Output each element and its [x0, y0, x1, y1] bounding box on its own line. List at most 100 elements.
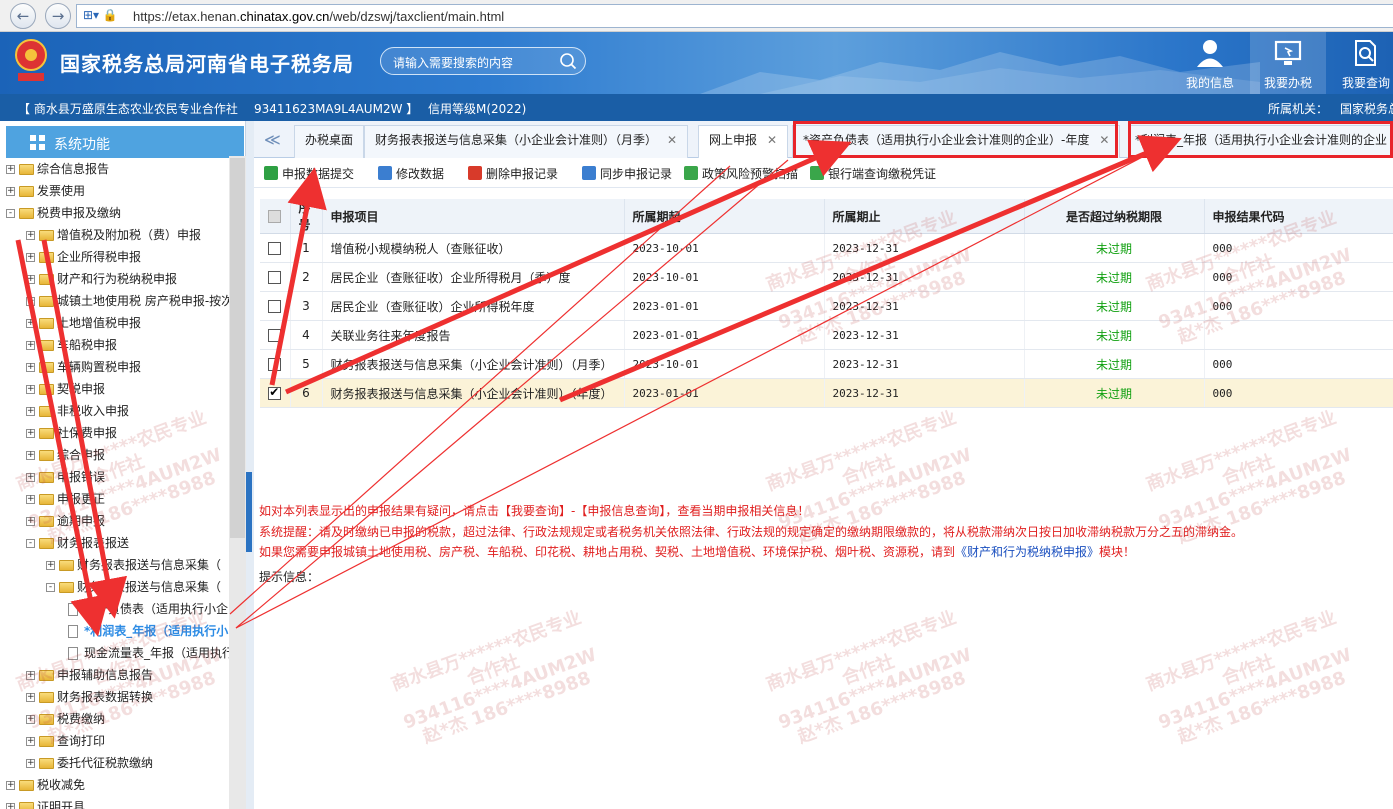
sidebar-item[interactable]: *利润表_年报（适用执行小: [66, 620, 228, 642]
row-checkbox[interactable]: [260, 320, 291, 350]
panel-splitter[interactable]: [246, 121, 254, 809]
sidebar-item[interactable]: + 契税申报: [26, 378, 105, 400]
checkbox[interactable]: [268, 300, 282, 313]
sidebar-item[interactable]: + 税收减免: [6, 774, 85, 796]
expand-icon[interactable]: +: [46, 561, 55, 570]
collapse-icon[interactable]: -: [6, 209, 15, 218]
expand-icon[interactable]: +: [26, 319, 35, 328]
table-row[interactable]: 2 居民企业（查账征收）企业所得税月（季）度 2023-10-01 2023-12-3…: [260, 262, 1393, 292]
property-tax-link[interactable]: 《财产和行为税纳税申报》: [955, 545, 1099, 559]
row-checkbox[interactable]: [260, 378, 291, 408]
sidebar-item[interactable]: + 城镇土地使用税 房产税申报-按次: [26, 290, 230, 312]
row-checkbox[interactable]: [260, 291, 291, 321]
sidebar-item[interactable]: + 申报错误: [26, 466, 105, 488]
sidebar-item[interactable]: 资产负债表（适用执行小企: [66, 598, 228, 620]
collapse-icon[interactable]: -: [26, 539, 35, 548]
expand-icon[interactable]: +: [6, 187, 15, 196]
nav-query[interactable]: 我要查询: [1328, 32, 1393, 94]
tab-desktop[interactable]: 办税桌面: [294, 125, 365, 158]
forward-arrow-icon[interactable]: →: [45, 3, 71, 29]
delete-record-button[interactable]: 删除申报记录: [468, 165, 558, 182]
expand-icon[interactable]: +: [6, 803, 15, 809]
sidebar-item[interactable]: - 税费申报及缴纳: [6, 202, 121, 224]
sidebar-item[interactable]: + 发票使用: [6, 180, 85, 202]
scrollbar-thumb[interactable]: [230, 158, 245, 538]
expand-icon[interactable]: +: [26, 341, 35, 350]
row-checkbox[interactable]: [260, 262, 291, 292]
expand-icon[interactable]: +: [26, 737, 35, 746]
expand-icon[interactable]: +: [26, 693, 35, 702]
sidebar-item[interactable]: + 逾期申报: [26, 510, 105, 532]
expand-icon[interactable]: +: [26, 759, 35, 768]
table-row[interactable]: 5 财务报表报送与信息采集（小企业会计准则）（月季） 2023-10-01 2023-…: [260, 349, 1393, 379]
sidebar-item[interactable]: + 委托代征税款缴纳: [26, 752, 153, 774]
sidebar-item[interactable]: + 综合信息报告: [6, 158, 109, 180]
expand-icon[interactable]: +: [26, 385, 35, 394]
expand-icon[interactable]: +: [26, 407, 35, 416]
expand-icon[interactable]: +: [26, 671, 35, 680]
search-input[interactable]: 请输入需要搜索的内容: [380, 47, 586, 75]
table-row[interactable]: 3 居民企业（查账征收）企业所得税年度 2023-01-01 2023-12-31 未过…: [260, 291, 1393, 321]
expand-icon[interactable]: +: [26, 253, 35, 262]
row-checkbox[interactable]: [260, 233, 291, 263]
sidebar-item[interactable]: + 综合申报: [26, 444, 105, 466]
sidebar-item[interactable]: 现金流量表_年报（适用执行: [66, 642, 230, 664]
sidebar-item[interactable]: + 财产和行为税纳税申报: [26, 268, 177, 290]
expand-icon[interactable]: +: [26, 297, 35, 306]
bank-query-button[interactable]: 银行端查询缴税凭证: [810, 165, 936, 182]
select-all-checkbox[interactable]: [260, 199, 291, 234]
checkbox[interactable]: [268, 385, 282, 400]
sync-record-button[interactable]: 同步申报记录: [582, 165, 672, 182]
expand-icon[interactable]: +: [26, 451, 35, 460]
sidebar-scrollbar[interactable]: [229, 156, 246, 809]
tab-finance-report-monthly[interactable]: 财务报表报送与信息采集（小企业会计准则）（月季） ✕: [364, 125, 689, 158]
tab-scroll-left-icon[interactable]: ≪: [264, 130, 281, 149]
splitter-handle[interactable]: [246, 472, 252, 552]
checkbox[interactable]: [268, 329, 282, 342]
expand-icon[interactable]: +: [6, 165, 15, 174]
sidebar-item[interactable]: + 查询打印: [26, 730, 105, 752]
sidebar-item[interactable]: + 企业所得税申报: [26, 246, 141, 268]
address-bar[interactable]: ⊞▾ 🔒 https://etax.henan.chinatax.gov.cn/…: [76, 4, 1393, 28]
expand-icon[interactable]: +: [26, 275, 35, 284]
sidebar-item[interactable]: + 财务报表报送与信息采集（: [46, 554, 221, 576]
sidebar-item[interactable]: + 车船税申报: [26, 334, 117, 356]
collapse-icon[interactable]: -: [46, 583, 55, 592]
checkbox[interactable]: [268, 242, 282, 255]
checkbox[interactable]: [268, 358, 282, 371]
close-icon[interactable]: ✕: [767, 133, 777, 147]
sidebar-item[interactable]: + 土地增值税申报: [26, 312, 141, 334]
table-row[interactable]: 4 关联业务往来年度报告 2023-01-01 2023-12-31 未过期: [260, 320, 1393, 350]
checkbox[interactable]: [268, 210, 282, 223]
sidebar-item[interactable]: + 申报辅助信息报告: [26, 664, 153, 686]
submit-data-button[interactable]: 申报数据提交: [264, 165, 354, 182]
back-arrow-icon[interactable]: ←: [10, 3, 36, 29]
sidebar-item[interactable]: + 社保费申报: [26, 422, 117, 444]
edit-data-button[interactable]: 修改数据: [378, 165, 444, 182]
sidebar-item[interactable]: + 财务报表数据转换: [26, 686, 153, 708]
nav-my-info[interactable]: 我的信息: [1172, 32, 1248, 94]
expand-icon[interactable]: +: [26, 429, 35, 438]
sidebar-item[interactable]: + 证明开具: [6, 796, 85, 809]
sidebar-item[interactable]: + 申报更正: [26, 488, 105, 510]
expand-icon[interactable]: +: [6, 781, 15, 790]
table-row[interactable]: 6财务报表报送与信息采集（小企业会计准则）（年度）2023-01-012023-…: [260, 378, 1393, 408]
checkbox[interactable]: [268, 271, 282, 284]
expand-icon[interactable]: +: [26, 363, 35, 372]
expand-icon[interactable]: +: [26, 495, 35, 504]
nav-do-tax[interactable]: 我要办税: [1250, 32, 1326, 94]
sidebar-item[interactable]: + 非税收入申报: [26, 400, 129, 422]
search-icon[interactable]: [559, 52, 577, 70]
risk-scan-button[interactable]: 政策风险预警扫描: [684, 165, 798, 182]
expand-icon[interactable]: +: [26, 715, 35, 724]
sidebar-item[interactable]: - 财务报表报送与信息采集（: [46, 576, 221, 598]
tab-online-filing[interactable]: 网上申报 ✕: [698, 125, 789, 159]
sidebar-item[interactable]: + 增值税及附加税（费）申报: [26, 224, 201, 246]
expand-icon[interactable]: +: [26, 231, 35, 240]
table-row[interactable]: 1 增值税小规模纳税人（查账征收） 2023-10-01 2023-12-31 未过期 0…: [260, 233, 1393, 263]
row-checkbox[interactable]: [260, 349, 291, 379]
sidebar-item[interactable]: + 车辆购置税申报: [26, 356, 141, 378]
close-icon[interactable]: ✕: [667, 133, 677, 147]
sidebar-item[interactable]: + 税费缴纳: [26, 708, 105, 730]
expand-icon[interactable]: +: [26, 473, 35, 482]
